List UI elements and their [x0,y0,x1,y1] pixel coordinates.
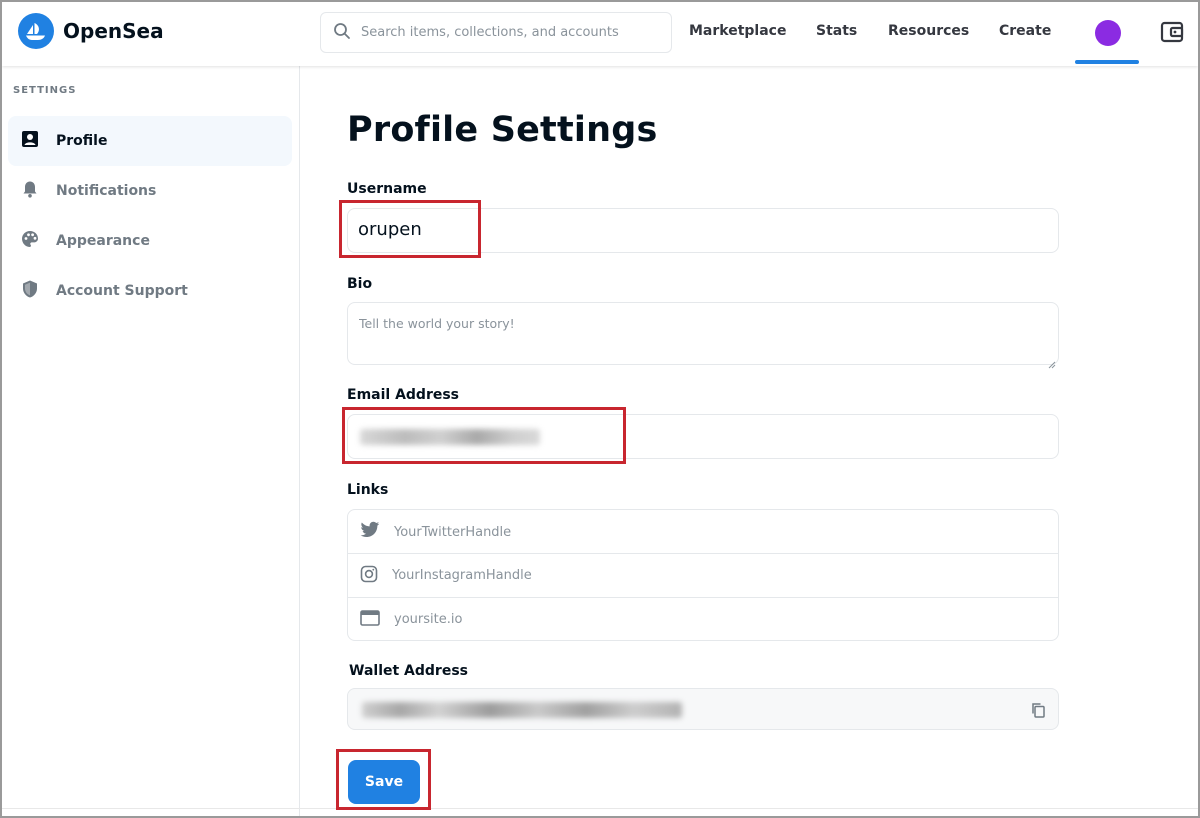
page-title: Profile Settings [347,110,658,150]
nav-marketplace[interactable]: Marketplace [689,23,786,39]
website-icon [360,609,380,630]
profile-settings-panel: Profile Settings Username Bio Email Addr… [301,66,1198,816]
sidebar-item-appearance[interactable]: Appearance [8,216,292,266]
profile-avatar[interactable] [1095,20,1121,46]
twitter-link-row[interactable] [348,510,1058,554]
twitter-handle-input[interactable] [394,524,894,540]
wallet-address-field [347,688,1059,730]
sidebar-item-label: Account Support [56,283,188,299]
search-icon [333,22,351,44]
links-label: Links [347,482,389,498]
sidebar-item-account-support[interactable]: Account Support [8,266,292,316]
opensea-logo-icon [18,13,54,49]
sidebar-heading: SETTINGS [13,85,77,96]
website-link-row[interactable] [348,597,1058,641]
active-nav-indicator [1075,60,1139,64]
search-input[interactable] [361,25,661,40]
bell-icon [20,179,40,203]
divider [2,808,1198,809]
bio-field[interactable] [347,302,1059,369]
profile-icon [20,129,40,153]
sidebar-item-profile[interactable]: Profile [8,116,292,166]
opensea-logo[interactable]: OpenSea [18,13,164,49]
email-value-redacted [360,429,540,445]
nav-stats[interactable]: Stats [816,23,857,39]
sidebar-item-label: Notifications [56,183,157,199]
links-group [347,509,1059,641]
instagram-link-row[interactable] [348,553,1058,597]
sidebar-item-label: Profile [56,133,108,149]
instagram-handle-input[interactable] [392,568,892,583]
wallet-icon[interactable] [1159,19,1185,49]
app-name: OpenSea [63,19,164,43]
wallet-address-label: Wallet Address [349,663,468,679]
top-nav: OpenSea Marketplace Stats Resources Crea… [2,2,1198,66]
settings-sidebar: SETTINGS Profile Notifications Appearanc… [2,66,300,816]
sidebar-item-notifications[interactable]: Notifications [8,166,292,216]
email-field[interactable] [347,414,1059,459]
username-field[interactable] [347,208,1059,253]
copy-icon[interactable] [1030,702,1046,722]
nav-resources[interactable]: Resources [888,23,969,39]
search-box[interactable] [320,12,672,53]
email-label: Email Address [347,387,460,403]
instagram-icon [360,565,378,587]
app-window: OpenSea Marketplace Stats Resources Crea… [0,0,1200,818]
palette-icon [20,229,40,253]
save-button[interactable]: Save [348,760,420,804]
bio-label: Bio [347,276,373,292]
wallet-address-redacted [362,702,682,718]
username-label: Username [347,181,427,197]
sidebar-item-label: Appearance [56,233,150,249]
website-input[interactable] [394,612,894,627]
username-input[interactable] [358,219,758,240]
twitter-icon [360,521,380,543]
nav-create[interactable]: Create [999,23,1051,39]
shield-icon [20,279,40,303]
resize-handle-icon[interactable] [1048,354,1056,369]
bio-textarea[interactable] [359,316,1049,360]
